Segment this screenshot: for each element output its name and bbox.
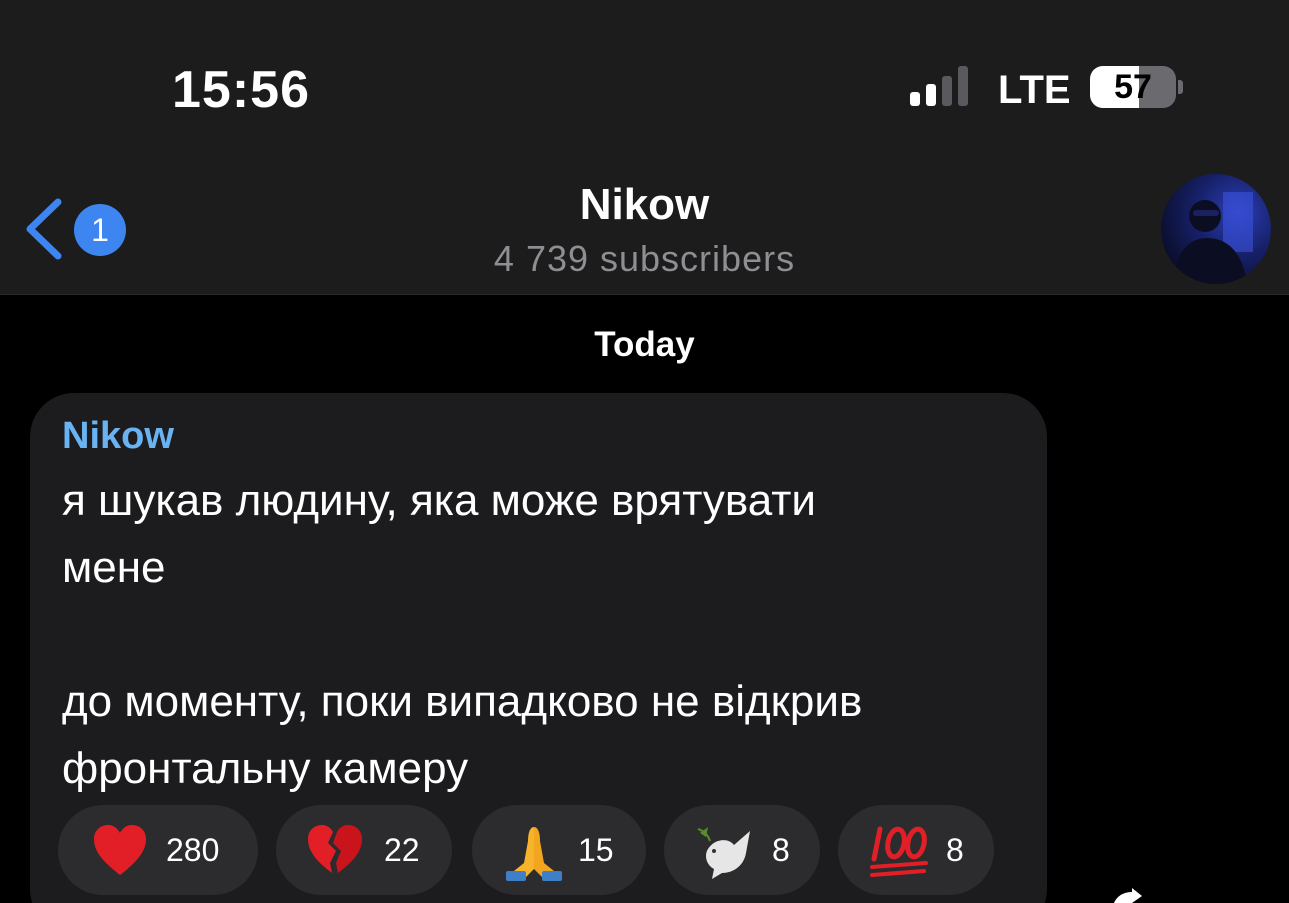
- reaction-folded-hands[interactable]: 15: [472, 805, 646, 895]
- broken-heart-icon: [308, 825, 362, 873]
- status-time: 15:56: [172, 61, 310, 119]
- heart-icon: [94, 825, 146, 875]
- reaction-count: 8: [946, 832, 964, 868]
- message-text: я шукав людину, яка може врятувати мене …: [62, 467, 1022, 802]
- network-type: LTE: [998, 68, 1071, 112]
- battery-level: 57: [1114, 68, 1152, 106]
- message-line: мене: [62, 543, 166, 592]
- share-arrow-icon[interactable]: [1112, 888, 1142, 903]
- message-line: до моменту, поки випадково не відкрив: [62, 677, 863, 726]
- message-line: я шукав людину, яка може врятувати: [62, 476, 816, 525]
- reaction-broken-heart[interactable]: 22: [276, 805, 452, 895]
- reaction-count: 15: [578, 832, 614, 868]
- message-bubble[interactable]: Nikow я шукав людину, яка може врятувати…: [30, 393, 1047, 903]
- folded-hands-icon: [506, 827, 562, 881]
- top-header: 15:56 LTE 57 1 Nikow 4 739 subscribers: [0, 0, 1289, 295]
- cellular-signal-icon: [910, 66, 974, 106]
- message-author[interactable]: Nikow: [62, 415, 174, 458]
- reaction-hundred-points[interactable]: 8: [838, 805, 994, 895]
- hundred-points-icon: [870, 826, 928, 877]
- reaction-count: 22: [384, 832, 420, 868]
- reaction-heart[interactable]: 280: [58, 805, 258, 895]
- avatar-silhouette-icon: [1173, 192, 1253, 284]
- battery-icon: 57: [1090, 66, 1176, 108]
- reaction-dove[interactable]: 8: [664, 805, 820, 895]
- telegram-channel-screen: 15:56 LTE 57 1 Nikow 4 739 subscribers T…: [0, 0, 1289, 903]
- channel-title[interactable]: Nikow: [0, 180, 1289, 230]
- message-blank-line: [62, 601, 1022, 668]
- reaction-count: 280: [166, 832, 220, 868]
- dove-icon: [697, 827, 750, 879]
- reaction-count: 8: [772, 832, 790, 868]
- message-line: фронтальну камеру: [62, 744, 469, 793]
- date-separator: Today: [594, 325, 695, 364]
- subscriber-count: 4 739 subscribers: [493, 238, 796, 279]
- channel-avatar[interactable]: [1161, 174, 1271, 284]
- battery-tip: [1178, 80, 1183, 94]
